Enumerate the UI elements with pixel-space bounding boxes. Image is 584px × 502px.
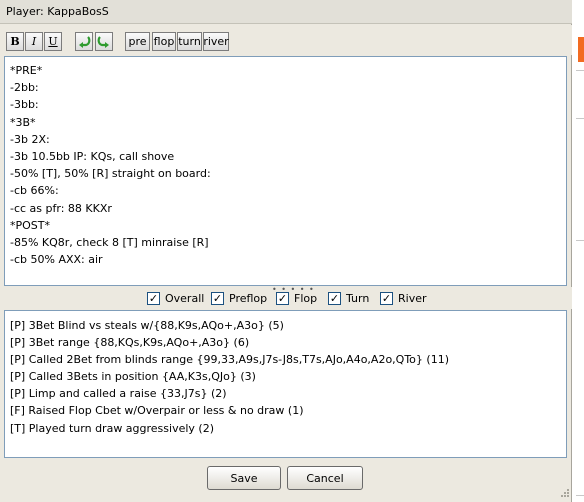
list-item: [P] Limp and called a raise {33,J7s} (2) [10,387,227,401]
background-divider [576,240,584,241]
filter-preflop[interactable]: ✓ Preflop [211,291,267,306]
list-item: [P] 3Bet Blind vs steals w/{88,K9s,AQo+,… [10,319,284,332]
notes-text-area[interactable]: *PRE* -2bb: -3bb: *3B* -3b 2X: -3b 10.5b… [4,56,567,286]
note-line: -3b 2X: [10,132,50,146]
note-line: -cb 50% AXX: air [10,253,103,267]
checkbox-checked-icon[interactable]: ✓ [276,292,289,305]
background-divider [576,495,584,496]
redo-button[interactable] [95,32,113,51]
notes-window: Player: KappaBosS B I U pre flop turn ri… [0,0,572,502]
note-line: -3b 10.5bb IP: KQs, call shove [10,149,175,163]
checkbox-checked-icon[interactable]: ✓ [147,292,160,305]
checkbox-checked-icon[interactable]: ✓ [211,292,224,305]
note-line: *PRE* [10,64,43,77]
filter-turn[interactable]: ✓ Turn [328,291,369,306]
formatting-toolbar: B I U pre flop turn river [0,25,572,55]
filter-flop[interactable]: ✓ Flop [276,291,317,306]
note-line: *POST* [10,218,50,232]
note-line: *3B* [10,115,36,129]
bold-button[interactable]: B [6,32,24,51]
note-line: -cb 66%: [10,184,59,198]
background-window-edge [573,0,584,502]
note-line: -3bb: [10,98,39,112]
list-item: [P] 3Bet range {88,KQs,K9s,AQo+,A3o} (6) [10,336,250,350]
street-filter-bar: • • • • • ✓ Overall ✓ Preflop ✓ Flop ✓ T… [0,286,572,309]
filter-turn-label: Turn [346,292,370,305]
checkbox-checked-icon[interactable]: ✓ [328,292,341,305]
background-divider [576,70,584,71]
list-item: [F] Raised Flop Cbet w/Overpair or less … [10,404,304,418]
insert-river-button[interactable]: river [203,32,229,51]
save-button[interactable]: Save [207,466,281,490]
list-item: [P] Called 2Bet from blinds range {99,33… [10,353,449,367]
filter-overall[interactable]: ✓ Overall [147,291,204,306]
filter-river-label: River [398,292,427,305]
filter-flop-label: Flop [294,292,318,305]
note-line: -50% [T], 50% [R] straight on board: [10,167,211,181]
note-line: -85% KQ8r, check 8 [T] minraise [R] [10,235,209,249]
window-title: Player: KappaBosS [0,0,572,24]
checkbox-checked-icon[interactable]: ✓ [380,292,393,305]
italic-button[interactable]: I [25,32,43,51]
resize-grip-icon[interactable] [556,486,570,500]
note-line: -cc as pfr: 88 KKXr [10,201,112,215]
background-accent-bar [578,37,584,62]
list-item: [P] Called 3Bets in position {AA,K3s,QJo… [10,370,256,384]
insert-turn-button[interactable]: turn [177,32,202,51]
insert-flop-button[interactable]: flop [152,32,176,51]
background-divider [576,118,584,119]
undo-button[interactable] [75,32,93,51]
note-line: -2bb: [10,81,39,95]
list-item: [T] Played turn draw aggressively (2) [10,421,214,435]
auto-notes-list[interactable]: [P] 3Bet Blind vs steals w/{88,K9s,AQo+,… [4,310,567,458]
redo-arrow-icon [97,36,109,48]
undo-arrow-icon [79,36,91,48]
underline-button[interactable]: U [44,32,62,51]
filter-overall-label: Overall [165,292,205,305]
filter-preflop-label: Preflop [229,292,268,305]
filter-river[interactable]: ✓ River [380,291,427,306]
insert-pre-button[interactable]: pre [125,32,150,51]
cancel-button[interactable]: Cancel [287,466,363,490]
